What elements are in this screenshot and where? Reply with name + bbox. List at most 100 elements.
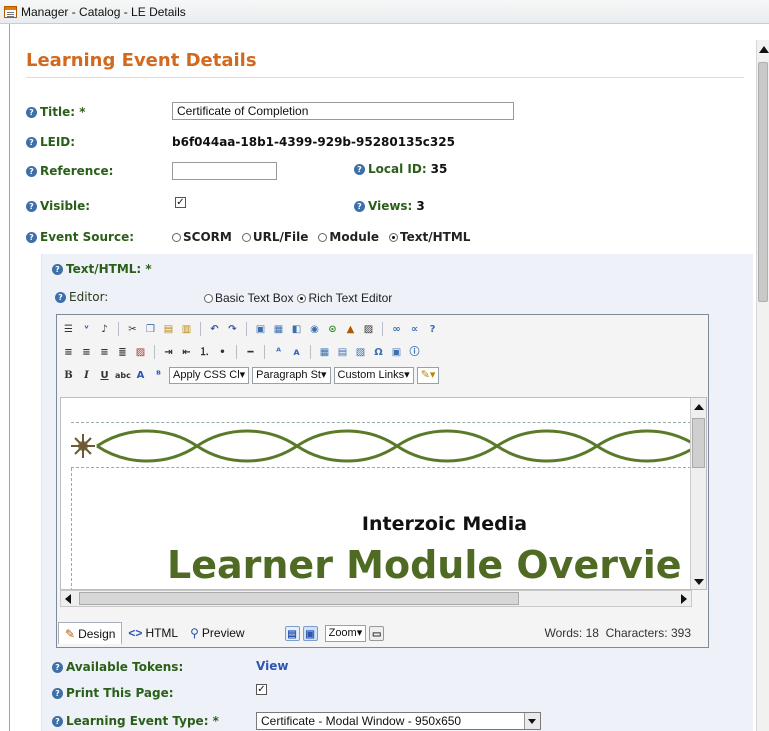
symbol-icon[interactable]: Ω — [371, 345, 386, 360]
design-tab[interactable]: ✎ Design — [58, 622, 123, 644]
zoom-dropdown[interactable]: Zoom▾ — [324, 624, 367, 642]
help-icon[interactable]: ? — [26, 106, 37, 118]
spellcheck-icon[interactable]: ᵛ — [79, 322, 94, 337]
snippet-icon[interactable]: ▣ — [389, 345, 404, 360]
undo-icon[interactable]: ↶ — [207, 322, 222, 337]
editor-content-area[interactable]: Interzoic Media Learner Module Overvie — [60, 397, 707, 590]
align-left-icon[interactable]: ≡ — [61, 345, 76, 360]
outdent-icon[interactable]: ⇤ — [179, 345, 194, 360]
align-icon[interactable]: ☰ — [61, 322, 76, 337]
bold-icon[interactable]: B — [61, 368, 76, 383]
format-brush-dropdown[interactable]: ✎▾ — [416, 366, 440, 384]
cut-icon[interactable]: ✂ — [125, 322, 140, 337]
paragraph-style-dropdown[interactable]: Paragraph St▾ — [252, 366, 331, 384]
radio-url-file[interactable]: URL/File — [241, 230, 308, 244]
help-icon[interactable]: ? — [55, 291, 66, 303]
preview-tab[interactable]: ⚲ Preview — [184, 622, 250, 644]
document-icon[interactable]: ▲ — [343, 322, 358, 337]
italic-icon[interactable]: I — [79, 368, 94, 383]
form-icon[interactable]: ▤ — [335, 345, 350, 360]
help-icon[interactable]: ? — [52, 661, 63, 673]
help-editor-icon[interactable]: ? — [425, 322, 440, 337]
scroll-down-icon[interactable] — [694, 579, 704, 585]
radio-icon[interactable] — [389, 232, 398, 242]
hyperlink-icon[interactable]: ⊙ — [325, 322, 340, 337]
reference-input[interactable] — [172, 162, 277, 180]
chevron-down-icon[interactable] — [524, 713, 540, 729]
radio-icon[interactable] — [318, 232, 328, 242]
scroll-up-icon[interactable] — [694, 404, 704, 410]
find-icon[interactable]: ♪ — [97, 322, 112, 337]
superscript-icon[interactable]: ᴬ — [271, 345, 286, 360]
template-icon[interactable]: ▨ — [361, 322, 376, 337]
flash-icon[interactable]: ◧ — [289, 322, 304, 337]
visible-checkbox[interactable]: ✓ — [175, 197, 186, 208]
strikethrough-icon[interactable]: abc — [115, 368, 131, 383]
radio-scorm[interactable]: SCORM — [172, 230, 232, 244]
help-icon[interactable]: ? — [26, 231, 37, 243]
scroll-right-icon[interactable] — [681, 594, 687, 604]
help-icon[interactable]: ? — [26, 136, 37, 148]
scroll-thumb[interactable] — [758, 62, 768, 302]
radio-icon[interactable] — [297, 293, 307, 303]
link-icon[interactable]: ∞ — [389, 322, 404, 337]
reference-row: ? Reference: — [26, 164, 113, 178]
help-icon[interactable]: ? — [354, 163, 365, 175]
title-input[interactable]: Certificate of Completion — [172, 102, 514, 120]
radio-icon[interactable] — [172, 232, 181, 242]
title-divider — [26, 77, 744, 78]
scroll-left-icon[interactable] — [65, 594, 71, 604]
help-icon[interactable]: ? — [52, 263, 63, 275]
globe-icon[interactable]: ◉ — [307, 322, 322, 337]
unlink-icon[interactable]: ∝ — [407, 322, 422, 337]
help-icon[interactable]: ? — [354, 200, 365, 212]
media-icon[interactable]: ▦ — [271, 322, 286, 337]
paste-word-icon[interactable]: ▥ — [179, 322, 194, 337]
radio-rich-text-editor[interactable]: Rich Text Editor — [297, 291, 392, 305]
radio-text-html[interactable]: Text/HTML — [389, 230, 470, 244]
info-icon[interactable]: ⓘ — [407, 345, 422, 360]
page-scrollbar[interactable] — [756, 40, 769, 731]
full-view-icon[interactable]: ▣ — [302, 625, 318, 641]
radio-basic-text-box[interactable]: Basic Text Box — [204, 291, 293, 305]
paragraph-icon[interactable]: ▧ — [353, 345, 368, 360]
horizontal-rule-icon[interactable]: ━ — [243, 345, 258, 360]
leid-row: ? LEID: — [26, 135, 75, 149]
css-class-dropdown[interactable]: Apply CSS Cl▾ — [169, 366, 250, 384]
numbered-list-icon[interactable]: ⒈ — [197, 345, 212, 360]
editor-vertical-scrollbar[interactable] — [690, 398, 706, 589]
subscript-icon[interactable]: ᴀ — [289, 345, 304, 360]
html-tab[interactable]: <> HTML — [122, 622, 184, 644]
table-icon[interactable]: ▦ — [317, 345, 332, 360]
help-icon[interactable]: ? — [26, 200, 37, 212]
radio-icon[interactable] — [204, 293, 213, 303]
help-icon[interactable]: ? — [52, 715, 63, 727]
underline-icon[interactable]: U — [97, 368, 112, 383]
align-right-icon[interactable]: ≡ — [97, 345, 112, 360]
scroll-thumb[interactable] — [692, 418, 705, 468]
font-color-icon[interactable]: A — [133, 368, 148, 383]
redo-icon[interactable]: ↷ — [225, 322, 240, 337]
print-checkbox[interactable]: ✓ — [256, 684, 267, 695]
indent-icon[interactable]: ⇥ — [161, 345, 176, 360]
help-icon[interactable]: ? — [52, 687, 63, 699]
radio-icon[interactable] — [241, 232, 251, 242]
clear-format-icon[interactable]: ▨ — [133, 345, 148, 360]
editor-horizontal-scrollbar[interactable] — [60, 590, 692, 607]
copy-icon[interactable]: ❐ — [143, 322, 158, 337]
event-type-select[interactable]: Certificate - Modal Window - 950x650 — [256, 712, 541, 730]
help-icon[interactable]: ? — [26, 165, 37, 177]
paste-icon[interactable]: ▤ — [161, 322, 176, 337]
scroll-thumb[interactable] — [79, 592, 519, 605]
custom-links-dropdown[interactable]: Custom Links▾ — [333, 366, 414, 384]
view-tokens-link[interactable]: View — [256, 659, 288, 673]
single-view-icon[interactable]: ▤ — [284, 625, 300, 641]
highlight-icon[interactable]: ᴮ — [151, 368, 166, 383]
align-center-icon[interactable]: ≡ — [79, 345, 94, 360]
radio-module[interactable]: Module — [318, 230, 379, 244]
justify-icon[interactable]: ≣ — [115, 345, 130, 360]
bulleted-list-icon[interactable]: • — [215, 345, 230, 360]
image-icon[interactable]: ▣ — [253, 322, 268, 337]
page-icon[interactable]: ▭ — [369, 625, 385, 641]
scroll-up-icon[interactable] — [759, 46, 769, 53]
